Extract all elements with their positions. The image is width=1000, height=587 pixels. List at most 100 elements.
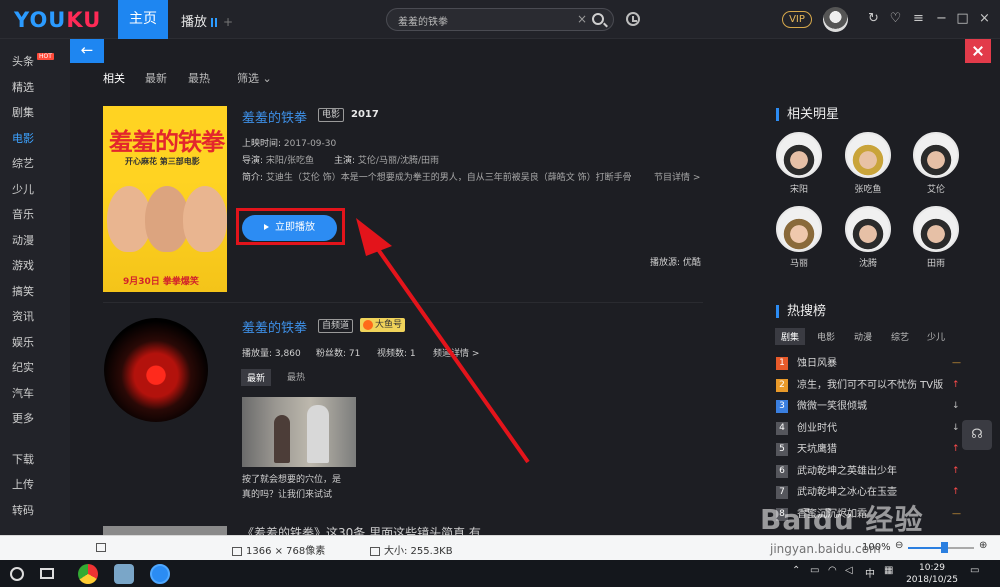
tray-chevron-icon[interactable]: ⌃ xyxy=(792,565,800,576)
channel-tab-latest[interactable]: 最新 xyxy=(241,369,272,386)
logo-accent: KU xyxy=(66,8,102,32)
volume-icon[interactable]: ◁ xyxy=(845,565,853,576)
sidebar-item-gaoxiao[interactable]: 搞笑 xyxy=(12,283,34,299)
dimensions-icon xyxy=(232,546,242,556)
sidebar-item-qiche[interactable]: 汽车 xyxy=(12,385,34,401)
maximize-icon[interactable]: □ xyxy=(955,11,970,26)
paint-icon[interactable] xyxy=(114,564,134,584)
headset-icon[interactable]: ☊ xyxy=(962,420,992,450)
ime-indicator[interactable]: 中 xyxy=(865,565,875,580)
hot-tab-drama[interactable]: 剧集 xyxy=(775,328,806,345)
channel-detail-link[interactable]: 频道详情 > xyxy=(433,346,479,359)
sidebar-item-dianying[interactable]: 电影 xyxy=(0,130,70,146)
star-card[interactable]: 马丽 xyxy=(775,206,823,269)
hot-search-title: 天坑鹰猎 xyxy=(797,444,837,455)
sidebar-item-shaoer[interactable]: 少儿 xyxy=(12,181,34,197)
vip-badge[interactable]: VIP xyxy=(782,11,812,28)
system-clock[interactable]: 10:29 2018/10/25 xyxy=(906,562,958,586)
sidebar-item-jingxuan[interactable]: 精选 xyxy=(12,79,34,95)
close-icon[interactable]: × xyxy=(977,11,992,26)
minimize-icon[interactable]: − xyxy=(934,11,949,26)
rank-number: 1 xyxy=(776,357,788,370)
next-result-title[interactable]: 《羞羞的铁拳》这30条 里面这些镜头简直 有 xyxy=(242,524,542,535)
chrome-icon[interactable] xyxy=(78,564,98,584)
sidebar-item-juji[interactable]: 剧集 xyxy=(12,104,34,120)
search-icon[interactable] xyxy=(10,567,24,581)
star-card[interactable]: 宋阳 xyxy=(775,132,823,195)
tab-related[interactable]: 相关 xyxy=(103,70,125,86)
zoom-in-icon[interactable]: ⊕ xyxy=(979,540,987,551)
meta-label: 简介: xyxy=(242,173,264,183)
hot-search-item[interactable]: 4 创业时代 ↓ xyxy=(776,421,966,436)
stat-value: 3,860 xyxy=(274,349,301,359)
hot-search-item[interactable]: 2 凉生，我们可不可以不忧伤 TV版 ↑ xyxy=(776,378,966,393)
star-card[interactable]: 沈腾 xyxy=(844,206,892,269)
sidebar-item-dongman[interactable]: 动漫 xyxy=(12,232,34,248)
zoom-slider-handle[interactable] xyxy=(941,542,949,553)
zoom-slider[interactable] xyxy=(908,542,974,553)
sidebar-item-transcode[interactable]: 转码 xyxy=(12,502,34,518)
hot-search-item[interactable]: 3 微微一笑很倾城 ↓ xyxy=(776,400,966,414)
nav-home-tab[interactable]: 主页 xyxy=(118,0,168,39)
nav-play-tab[interactable]: 播放 + xyxy=(181,11,233,30)
fit-icon[interactable] xyxy=(96,542,110,553)
sidebar-item-yule[interactable]: 娱乐 xyxy=(12,334,34,350)
youku-logo[interactable]: YOUKU xyxy=(14,8,101,32)
hot-search-item[interactable]: 1 蚀日风暴 — xyxy=(776,357,966,371)
sidebar-item-toutiao[interactable]: 头条 HOT xyxy=(12,53,54,69)
add-tab-icon[interactable]: + xyxy=(223,15,233,29)
skin-icon[interactable]: ♡ xyxy=(888,11,903,26)
battery-icon: ▭ xyxy=(810,565,820,576)
hot-tab-anime[interactable]: 动漫 xyxy=(854,330,872,343)
search-icon[interactable] xyxy=(592,13,604,25)
sidebar-item-yinyue[interactable]: 音乐 xyxy=(12,206,34,222)
star-card[interactable]: 田雨 xyxy=(912,206,960,269)
hot-tab-kids[interactable]: 少儿 xyxy=(927,330,945,343)
cast-link[interactable]: 艾伦/马丽/沈腾/田雨 xyxy=(358,156,439,166)
next-result-thumbnail[interactable] xyxy=(103,526,227,535)
channel-avatar[interactable] xyxy=(104,318,208,422)
sidebar-item-zongyi[interactable]: 综艺 xyxy=(12,155,34,171)
program-detail-link[interactable]: 节目详情 > xyxy=(654,170,700,183)
clear-icon[interactable]: × xyxy=(577,12,587,26)
menu-icon[interactable]: ≡ xyxy=(911,11,926,26)
keyboard-icon[interactable]: ▦ xyxy=(884,565,893,576)
hot-tab-variety[interactable]: 综艺 xyxy=(891,330,909,343)
video-thumbnail[interactable] xyxy=(242,397,356,467)
star-name: 宋阳 xyxy=(789,185,808,195)
hot-search-item[interactable]: 6 武动乾坤之英雄出少年 ↑ xyxy=(776,464,966,479)
hot-tab-movie[interactable]: 电影 xyxy=(817,330,835,343)
search-input[interactable] xyxy=(398,12,568,28)
clock-icon[interactable] xyxy=(626,12,640,26)
sidebar-item-upload[interactable]: 上传 xyxy=(12,476,34,492)
hot-search-item[interactable]: 5 天坑鹰猎 ↑ xyxy=(776,443,966,457)
sidebar-item-jishi[interactable]: 纪实 xyxy=(12,359,34,375)
tab-latest[interactable]: 最新 xyxy=(145,70,167,86)
tab-filter[interactable]: 筛选 ⌄ xyxy=(237,70,272,86)
channel-tab-hottest[interactable]: 最热 xyxy=(287,370,305,383)
refresh-icon[interactable]: ↻ xyxy=(866,11,881,26)
sidebar-item-download[interactable]: 下载 xyxy=(12,451,34,467)
tab-hottest[interactable]: 最热 xyxy=(188,70,210,86)
sidebar-item-gengduo[interactable]: 更多 xyxy=(12,410,34,426)
channel-title-link[interactable]: 羞羞的铁拳 xyxy=(242,317,307,336)
sidebar-item-youxi[interactable]: 游戏 xyxy=(12,257,34,273)
star-card[interactable]: 艾伦 xyxy=(912,132,960,195)
youku-taskbar-icon[interactable] xyxy=(150,564,170,584)
notification-icon[interactable]: ▭ xyxy=(970,565,979,576)
sidebar-item-zixun[interactable]: 资讯 xyxy=(12,308,34,324)
movie-poster[interactable]: 羞羞的铁拳 开心麻花 第三部电影 9月30日 拳拳爆笑 xyxy=(103,106,227,292)
dimensions-text: 1366 × 768像素 xyxy=(246,546,326,557)
video-caption-line1[interactable]: 按了就会想要的穴位，是 xyxy=(242,473,372,488)
zoom-out-icon[interactable]: ⊖ xyxy=(895,540,903,551)
video-caption-line2[interactable]: 真的吗？让我们来试试 xyxy=(242,488,372,503)
movie-title-link[interactable]: 羞羞的铁拳 xyxy=(242,107,307,126)
user-avatar[interactable] xyxy=(823,7,848,32)
windows-taskbar: ⌃ ▭ ◠ ◁ 中 ▦ 10:29 2018/10/25 ▭ xyxy=(0,560,1000,587)
star-card[interactable]: 张吃鱼 xyxy=(844,132,892,195)
director-link[interactable]: 宋阳/张吃鱼 xyxy=(266,156,314,166)
close-panel-button[interactable] xyxy=(965,39,991,63)
network-icon[interactable]: ◠ xyxy=(828,565,837,576)
back-button[interactable]: ← xyxy=(70,39,104,63)
task-view-icon[interactable] xyxy=(40,568,54,579)
